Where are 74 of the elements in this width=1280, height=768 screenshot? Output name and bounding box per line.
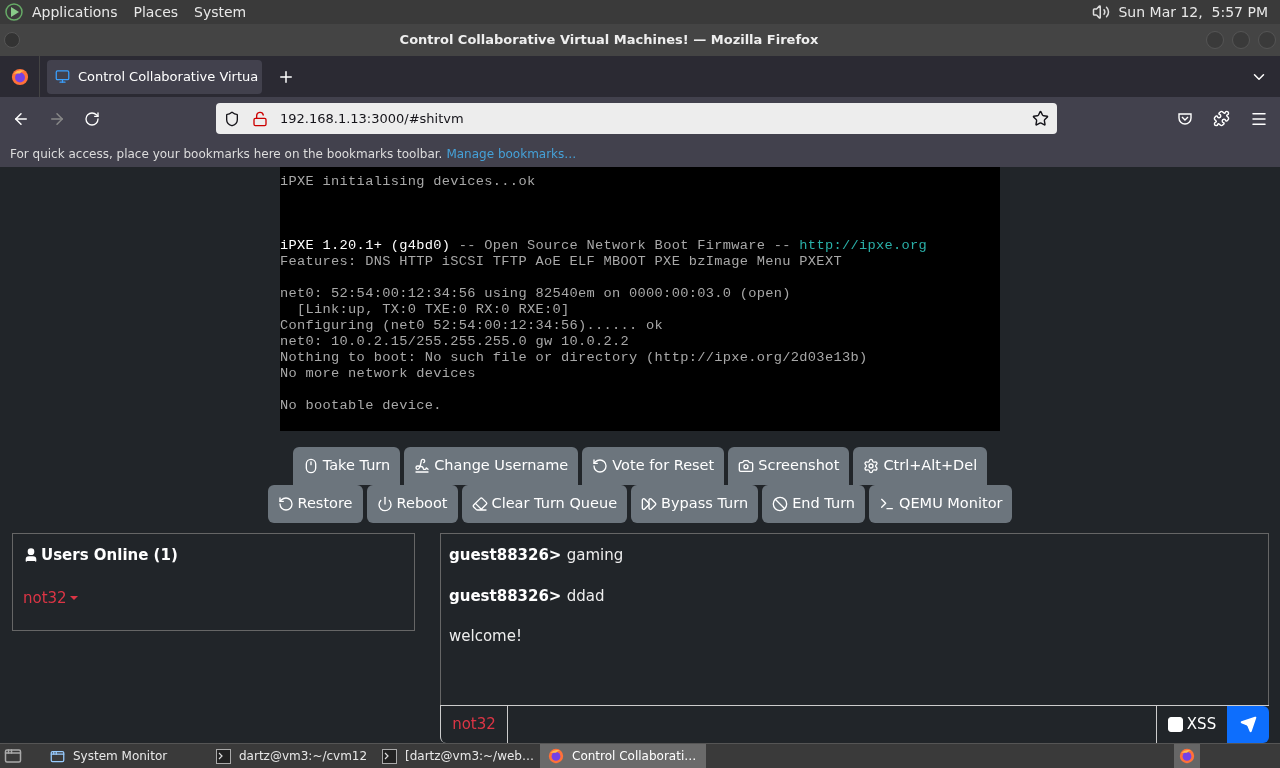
taskbar-item[interactable]: [dartz@vm3:~/web… (374, 744, 540, 768)
chat-message: guest88326> gaming (449, 545, 624, 566)
vm-action-button[interactable]: Reboot (366, 485, 458, 523)
vm-action-button[interactable]: Vote for Reset (582, 447, 725, 485)
console-line: No more network devices (280, 366, 476, 382)
console-line: Configuring (net0 52:54:00:12:34:56)...... ok (280, 318, 664, 334)
tray-firefox[interactable] (1174, 744, 1200, 768)
online-user[interactable]: not32 (23, 586, 78, 609)
send-button[interactable] (1227, 706, 1269, 743)
camera-icon (738, 458, 755, 474)
eraser-icon (471, 496, 488, 512)
manage-bookmarks-link[interactable]: Manage bookmarks… (446, 144, 577, 163)
console-line: net0: 52:54:00:12:34:56 using 82540em on 0000:00:03.0 (open) (280, 286, 791, 302)
insecure-lock-icon[interactable] (252, 110, 268, 127)
vm-action-button[interactable]: Bypass Turn (631, 485, 759, 523)
panel-menu[interactable]: System (194, 1, 247, 23)
console-line: iPXE 1.20.1+ (g4bd0) -- Open Source Network Boot Firmware -- http://ipxe.org (280, 238, 928, 254)
vm-action-button[interactable]: Screenshot (728, 447, 850, 485)
vm-action-button[interactable]: Take Turn (292, 447, 401, 485)
xss-checkbox[interactable]: XSS (1157, 706, 1227, 743)
console-line: Features: DNS HTTP iSCSI TFTP AoE ELF MBOOT PXE bzImage Menu PXEXT (280, 254, 842, 270)
clock: Sun Mar 12, 5:57 PM (1118, 2, 1268, 22)
panel-menu[interactable]: Places (133, 1, 179, 23)
monitor-icon (55, 69, 70, 84)
browser-tab[interactable]: Control Collaborative Virtua (47, 59, 262, 94)
taskbar-item[interactable]: dartz@vm3:~/cvm12 (208, 744, 374, 768)
vm-action-button[interactable]: Clear Turn Queue (461, 485, 628, 523)
show-desktop-icon[interactable] (4, 747, 22, 765)
terminal-icon (216, 748, 231, 764)
address-bar[interactable]: 192.168.1.13:3000/#shitvm (216, 103, 1057, 134)
undo-icon (592, 458, 609, 474)
firefox-icon (10, 67, 29, 86)
chat-input[interactable] (507, 706, 1157, 743)
console-line: [Link:up, TX:0 TXE:0 RX:0 RXE:0] (296, 302, 570, 318)
pocket-icon[interactable] (1177, 110, 1193, 127)
taskbar-item[interactable]: Control Collaborati… (540, 744, 706, 768)
settings-icon (863, 458, 880, 474)
firefox-icon (1179, 748, 1195, 764)
terminal-icon (879, 496, 896, 512)
console-line: iPXE initialising devices...ok (280, 174, 536, 190)
power-icon (376, 496, 393, 512)
distro-logo-icon[interactable] (4, 2, 24, 22)
caret-icon[interactable] (69, 595, 78, 600)
chat-message: welcome! (449, 626, 522, 647)
window-icon (50, 748, 65, 764)
vm-action-button[interactable]: Restore (267, 485, 363, 523)
firefox-icon (548, 748, 564, 764)
ban-icon (772, 496, 789, 512)
shield-icon[interactable] (224, 110, 240, 127)
signature-icon (414, 458, 431, 474)
console-line: Nothing to boot: No such file or directory (http://ipxe.org/2d03e13b) (280, 350, 868, 366)
terminal-icon (382, 748, 397, 764)
undo-icon (277, 496, 294, 512)
vm-action-button[interactable]: QEMU Monitor (869, 485, 1013, 523)
chat-message: guest88326> ddad (449, 585, 605, 607)
console-line: No bootable device. (280, 398, 442, 414)
bookmarks-hint: For quick access, place your bookmarks here on the bookmarks toolbar. (10, 145, 443, 163)
taskbar-item[interactable]: System Monitor (42, 744, 208, 768)
reload-icon[interactable] (84, 110, 100, 127)
vm-action-button[interactable]: End Turn (762, 485, 866, 523)
panel-menu[interactable]: Applications (32, 1, 118, 23)
console-line: net0: 10.0.2.15/255.255.255.0 gw 10.0.2.2 (280, 334, 630, 350)
vm-action-button[interactable]: Change Username (404, 447, 579, 485)
checkbox-icon[interactable] (1167, 717, 1183, 732)
user-icon (23, 547, 39, 564)
users-online-title: Users Online (1) (41, 545, 178, 566)
fast-forward-icon (641, 496, 658, 512)
volume-icon[interactable] (1092, 3, 1111, 21)
bookmark-star-icon[interactable] (1032, 110, 1049, 127)
send-icon (1239, 716, 1257, 733)
vm-action-button[interactable]: Ctrl+Alt+Del (853, 447, 988, 485)
window-title: Control Collaborative Virtual Machines! — Mozilla Firefox (398, 31, 820, 50)
extensions-icon[interactable] (1213, 110, 1230, 127)
vm-screen[interactable] (280, 167, 1000, 431)
